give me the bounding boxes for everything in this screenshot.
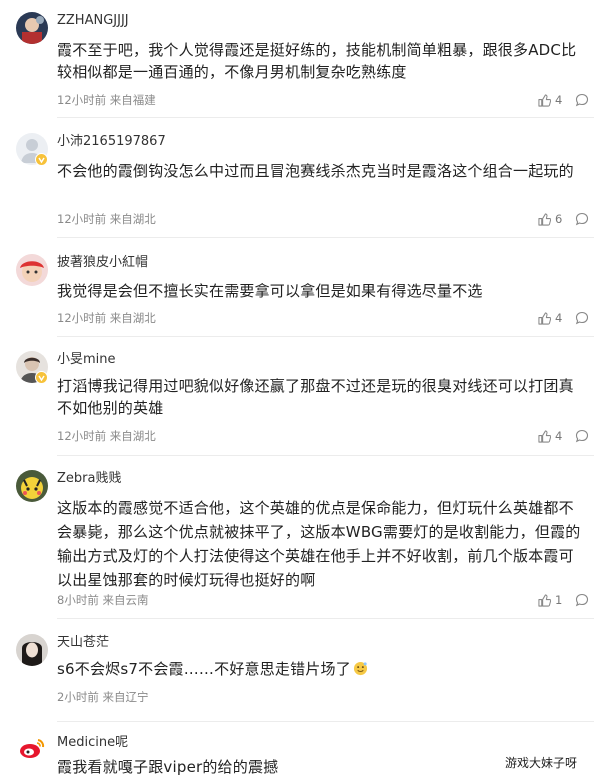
thumbs-up-icon [538,212,551,226]
emoji-icon [353,660,368,682]
comment-location: 来自云南 [102,593,149,607]
username[interactable]: 小沛2165197867 [57,133,166,151]
thumbs-up-icon [538,593,551,607]
like-count: 1 [555,593,563,607]
avatar[interactable] [16,254,48,286]
thumbs-up-icon [538,429,551,443]
comment-time: 12小时前 [57,429,107,443]
comment-location: 来自辽宁 [102,690,149,704]
like-count: 6 [555,212,563,226]
comment-time: 12小时前 [57,311,107,325]
avatar[interactable] [16,470,48,502]
comment-meta: 12小时前 来自湖北 [57,429,156,443]
comment-meta: 2小时前 来自辽宁 [57,690,148,704]
avatar[interactable] [16,734,48,766]
username[interactable]: Zebra贱贱 [57,470,121,488]
comment-meta: 12小时前 来自湖北 [57,212,156,226]
comment-item: 披著狼皮小紅帽 我觉得是会但不擅长实在需要拿可以拿但是如果有得选尽量不选 12小… [0,254,594,340]
divider [57,721,594,722]
comment-item: 天山苍茫 s6不会烬s7不会霞……不好意思走错片场了 2小时前 来自辽宁 [0,634,594,724]
like-button[interactable]: 4 [538,311,562,325]
divider [57,455,594,456]
comment-location: 来自湖北 [109,212,156,226]
comment-meta: 12小时前 来自福建 [57,93,156,107]
like-count: 4 [555,93,563,107]
comment-text: 这版本的霞感觉不适合他，这个英雄的优点是保命能力，但灯玩什么英雄都不会暴毙，那么… [57,499,581,589]
verified-badge-icon [35,153,48,166]
like-button[interactable]: 1 [538,593,562,607]
comment-text: s6不会烬s7不会霞……不好意思走错片场了 [57,658,585,682]
comment-time: 12小时前 [57,212,107,226]
comment-text: 霞不至于吧，我个人觉得霞还是挺好练的，技能机制简单粗暴，跟很多ADC比较相似都是… [57,41,577,81]
comment-location: 来自湖北 [109,311,156,325]
comment-location: 来自湖北 [109,429,156,443]
reply-icon[interactable] [575,212,589,226]
divider [57,336,594,337]
divider [57,117,594,118]
reply-icon[interactable] [575,429,589,443]
comment-text: 打滔博我记得用过吧貌似好像还赢了那盘不过还是玩的很臭对线还可以打团真不如他别的英… [57,377,574,417]
username[interactable]: 小旻mine [57,351,116,369]
thumbs-up-icon [538,311,551,325]
comment-item: ZZHANGJJJJ 霞不至于吧，我个人觉得霞还是挺好练的，技能机制简单粗暴，跟… [0,12,594,118]
thumbs-up-icon [538,93,551,107]
username[interactable]: Medicine呢 [57,734,128,752]
reply-icon[interactable] [575,593,589,607]
reply-icon[interactable] [575,93,589,107]
comment-text: 我觉得是会但不擅长实在需要拿可以拿但是如果有得选尽量不选 [57,282,483,300]
comment-location: 来自福建 [109,93,156,107]
comment-item: 小沛2165197867 不会他的霞倒钩没怎么中过而且冒泡赛线杀杰克当时是霞洛这… [0,133,594,239]
like-button[interactable]: 6 [538,212,562,226]
comment-item: 小旻mine 打滔博我记得用过吧貌似好像还赢了那盘不过还是玩的很臭对线还可以打团… [0,351,594,461]
like-count: 4 [555,311,563,325]
avatar[interactable] [16,634,48,666]
watermark: 游戏大妹子呀 [505,756,578,770]
comment-item: Zebra贱贱 这版本的霞感觉不适合他，这个英雄的优点是保命能力，但灯玩什么英雄… [0,470,594,619]
divider [57,237,594,238]
like-button[interactable]: 4 [538,93,562,107]
reply-icon[interactable] [575,311,589,325]
like-count: 4 [555,429,563,443]
username[interactable]: 披著狼皮小紅帽 [57,254,148,272]
divider [57,618,594,619]
comment-meta: 8小时前 来自云南 [57,593,148,607]
like-button[interactable]: 4 [538,429,562,443]
comment-text-content: s6不会烬s7不会霞……不好意思走错片场了 [57,660,351,678]
verified-badge-icon [35,371,48,384]
avatar[interactable] [16,12,48,44]
comment-time: 12小时前 [57,93,107,107]
comment-meta: 12小时前 来自湖北 [57,311,156,325]
comment-text: 不会他的霞倒钩没怎么中过而且冒泡赛线杀杰克当时是霞洛这个组合一起玩的 [57,162,574,180]
comment-time: 8小时前 [57,593,99,607]
username[interactable]: ZZHANGJJJJ [57,12,129,30]
username[interactable]: 天山苍茫 [57,634,109,652]
comment-time: 2小时前 [57,690,99,704]
